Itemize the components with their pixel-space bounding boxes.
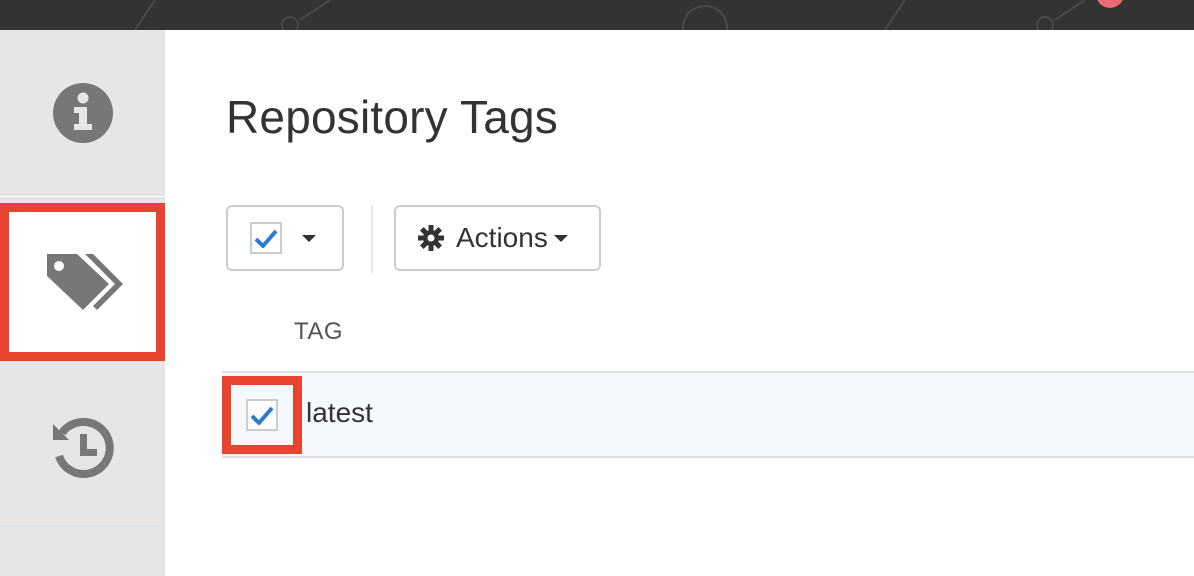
sidebar-item-history[interactable]	[0, 370, 165, 527]
column-header-tag[interactable]: TAG	[294, 318, 343, 346]
chevron-down-icon	[553, 234, 568, 242]
actions-label: Actions	[456, 222, 548, 253]
info-circle-icon	[52, 83, 113, 143]
check-icon	[254, 229, 278, 248]
main-content: Repository Tags Actions TAG latest	[165, 30, 1194, 576]
top-navbar	[0, 0, 1194, 30]
select-all-checkbox[interactable]	[250, 222, 282, 254]
gear-icon	[418, 225, 444, 251]
sidebar-item-info[interactable]	[0, 30, 165, 197]
sidebar-item-tags[interactable]	[0, 203, 165, 361]
row-checkbox-highlight	[222, 376, 302, 454]
check-icon	[250, 406, 274, 425]
select-all-dropdown[interactable]	[226, 205, 344, 271]
toolbar-divider	[371, 205, 373, 273]
history-icon	[52, 417, 114, 478]
chevron-down-icon	[302, 234, 316, 242]
tag-name[interactable]: latest	[306, 397, 373, 429]
row-checkbox[interactable]	[246, 399, 278, 431]
active-highlight	[0, 203, 165, 361]
actions-button[interactable]: Actions	[394, 205, 601, 271]
sidebar	[0, 30, 165, 576]
page-title: Repository Tags	[226, 91, 558, 143]
avatar	[1097, 0, 1123, 8]
navbar-pattern	[134, 0, 1123, 30]
